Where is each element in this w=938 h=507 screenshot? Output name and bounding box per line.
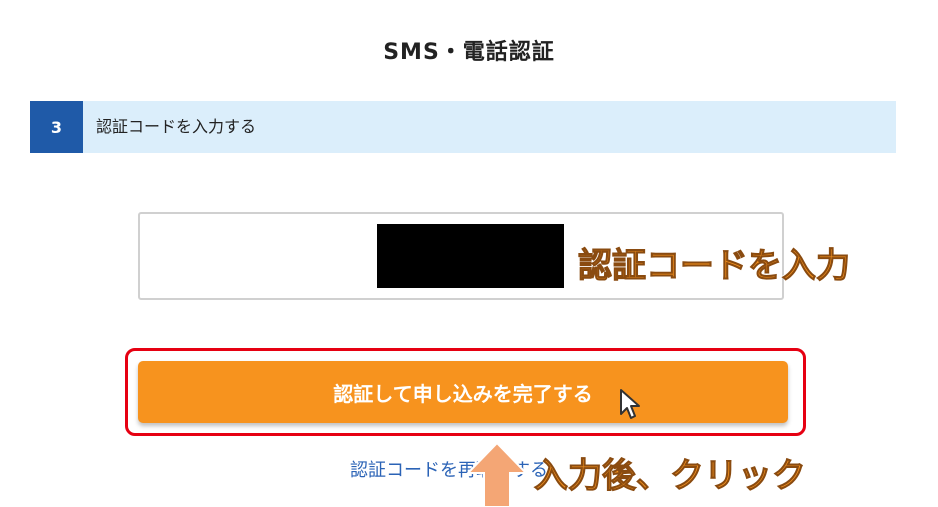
verify-and-complete-button[interactable]: 認証して申し込みを完了する (138, 361, 788, 423)
step-label: 認証コードを入力する (96, 117, 257, 136)
page-title: SMS・電話認証 (383, 40, 555, 65)
step-header: 3 認証コードを入力する (30, 101, 896, 153)
step-number-badge: 3 (30, 101, 83, 153)
redaction-block (377, 224, 564, 288)
click-annotation: 入力後、クリック (534, 456, 807, 497)
input-annotation: 認証コードを入力 (578, 246, 851, 287)
mouse-pointer-icon (620, 389, 640, 419)
up-arrow-icon (466, 441, 528, 507)
